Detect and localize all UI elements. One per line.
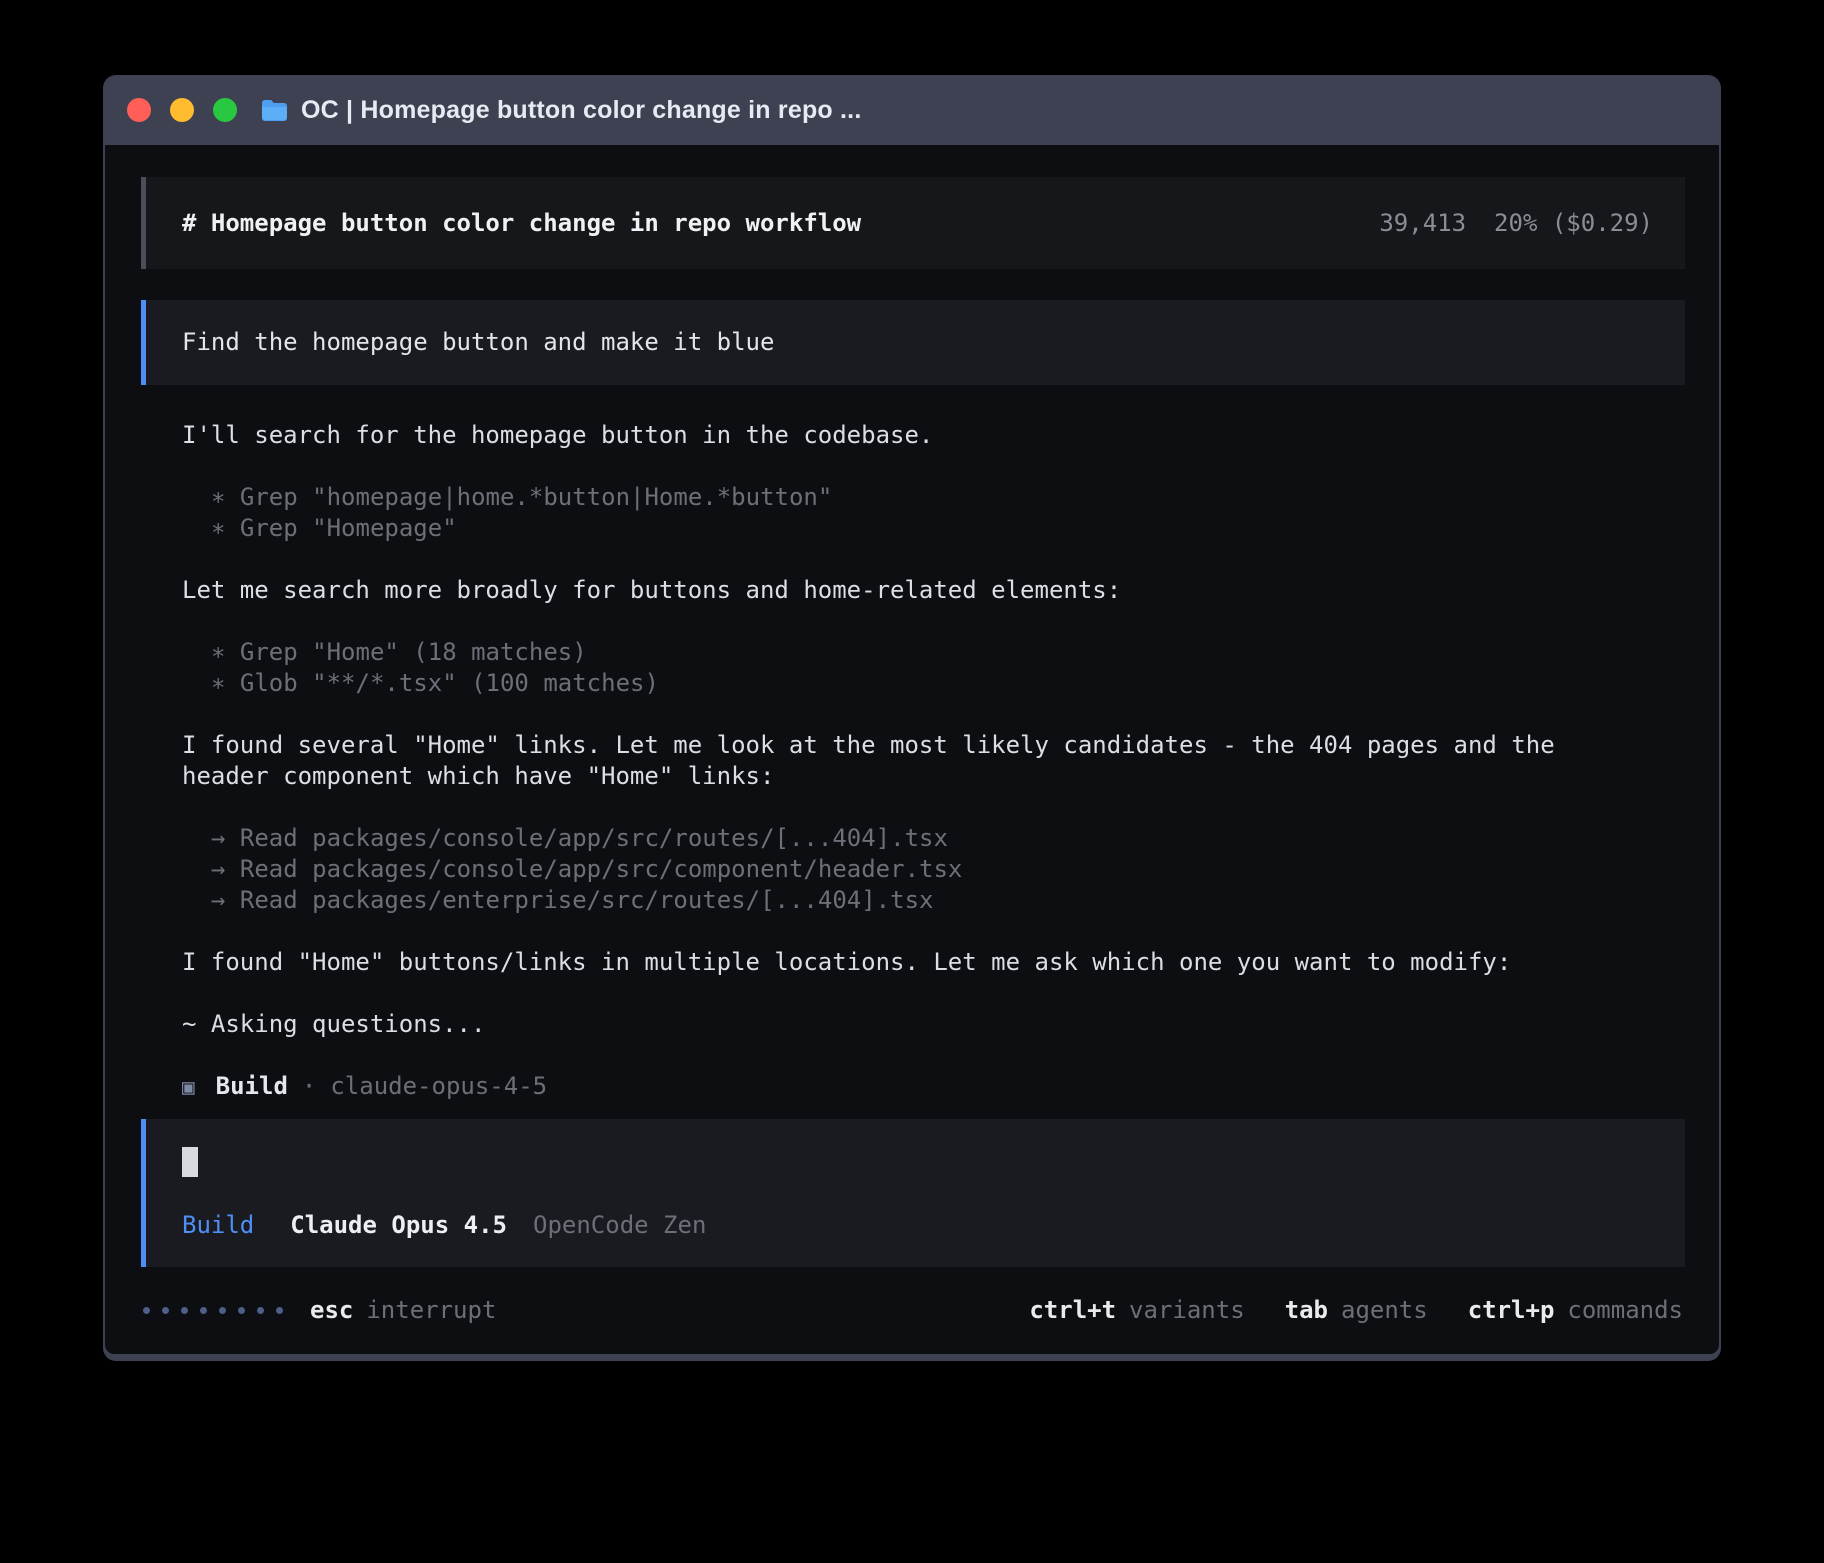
zoom-button[interactable] <box>213 98 237 122</box>
session-meta: 39,413 20% ($0.29) <box>1379 208 1653 239</box>
folder-icon <box>261 99 288 121</box>
tool-call-read: → Read packages/console/app/src/routes/[… <box>182 823 1685 854</box>
assistant-text: I found "Home" buttons/links in multiple… <box>182 947 1582 978</box>
agent-status-line: ▣ Build · claude-opus-4-5 <box>182 1071 1685 1103</box>
assistant-text: I found several "Home" links. Let me loo… <box>182 730 1582 792</box>
session-title: # Homepage button color change in repo w… <box>182 208 861 239</box>
shortcut-key: ctrl+t <box>1029 1295 1116 1326</box>
user-message-text: Find the homepage button and make it blu… <box>182 328 774 356</box>
assistant-text: I'll search for the homepage button in t… <box>182 420 1582 451</box>
tool-call-glob: ∗ Glob "**/*.tsx" (100 matches) <box>182 668 1685 699</box>
shortcut-label: interrupt <box>366 1295 496 1326</box>
user-message: Find the homepage button and make it blu… <box>141 300 1685 385</box>
terminal-body: # Homepage button color change in repo w… <box>105 145 1719 1354</box>
status-right: ctrl+t variants tab agents ctrl+p comman… <box>1029 1295 1683 1326</box>
terminal-window: OC | Homepage button color change in rep… <box>103 75 1721 1361</box>
agent-mode-label: Build <box>182 1210 254 1241</box>
model-row: Build Claude Opus 4.5 OpenCode Zen <box>182 1210 1653 1241</box>
session-header: # Homepage button color change in repo w… <box>141 177 1685 269</box>
text-cursor <box>182 1147 198 1177</box>
model-name: Claude Opus 4.5 <box>290 1210 507 1241</box>
minimize-button[interactable] <box>170 98 194 122</box>
shortcut-key: ctrl+p <box>1468 1295 1555 1326</box>
provider-name: OpenCode Zen <box>533 1210 706 1241</box>
shortcut-label: variants <box>1129 1295 1245 1326</box>
shortcut-label: commands <box>1567 1295 1683 1326</box>
shortcut-commands: ctrl+p commands <box>1468 1295 1683 1326</box>
assistant-text: Let me search more broadly for buttons a… <box>182 575 1582 606</box>
tool-call-grep: ∗ Grep "Home" (18 matches) <box>182 637 1685 668</box>
traffic-lights <box>127 98 237 122</box>
agent-model: claude-opus-4-5 <box>330 1072 547 1100</box>
tool-call-grep: ∗ Grep "Homepage" <box>182 513 1685 544</box>
agent-name: Build <box>216 1072 288 1100</box>
asking-questions-status: ~ Asking questions... <box>182 1009 1582 1040</box>
shortcut-key: tab <box>1285 1295 1328 1326</box>
window-title-area: OC | Homepage button color change in rep… <box>261 96 861 125</box>
status-bar: esc interrupt ctrl+t variants tab agents… <box>141 1295 1685 1326</box>
shortcut-interrupt: esc interrupt <box>310 1295 496 1326</box>
progress-dots <box>143 1307 283 1314</box>
window-titlebar[interactable]: OC | Homepage button color change in rep… <box>105 75 1719 145</box>
shortcut-variants: ctrl+t variants <box>1029 1295 1244 1326</box>
status-left: esc interrupt <box>143 1295 496 1326</box>
tool-call-read: → Read packages/enterprise/src/routes/[.… <box>182 885 1685 916</box>
shortcut-agents: tab agents <box>1285 1295 1428 1326</box>
context-usage: 20% ($0.29) <box>1494 208 1653 239</box>
conversation: I'll search for the homepage button in t… <box>141 420 1685 1103</box>
separator-dot: · <box>302 1072 316 1100</box>
tool-call-read: → Read packages/console/app/src/componen… <box>182 854 1685 885</box>
shortcut-key: esc <box>310 1295 353 1326</box>
tool-call-grep: ∗ Grep "homepage|home.*button|Home.*butt… <box>182 482 1685 513</box>
window-title: OC | Homepage button color change in rep… <box>301 96 861 125</box>
agent-status-icon: ▣ <box>182 1075 195 1099</box>
shortcut-label: agents <box>1341 1295 1428 1326</box>
close-button[interactable] <box>127 98 151 122</box>
prompt-input[interactable]: Build Claude Opus 4.5 OpenCode Zen <box>141 1119 1685 1267</box>
token-count: 39,413 <box>1379 208 1466 239</box>
